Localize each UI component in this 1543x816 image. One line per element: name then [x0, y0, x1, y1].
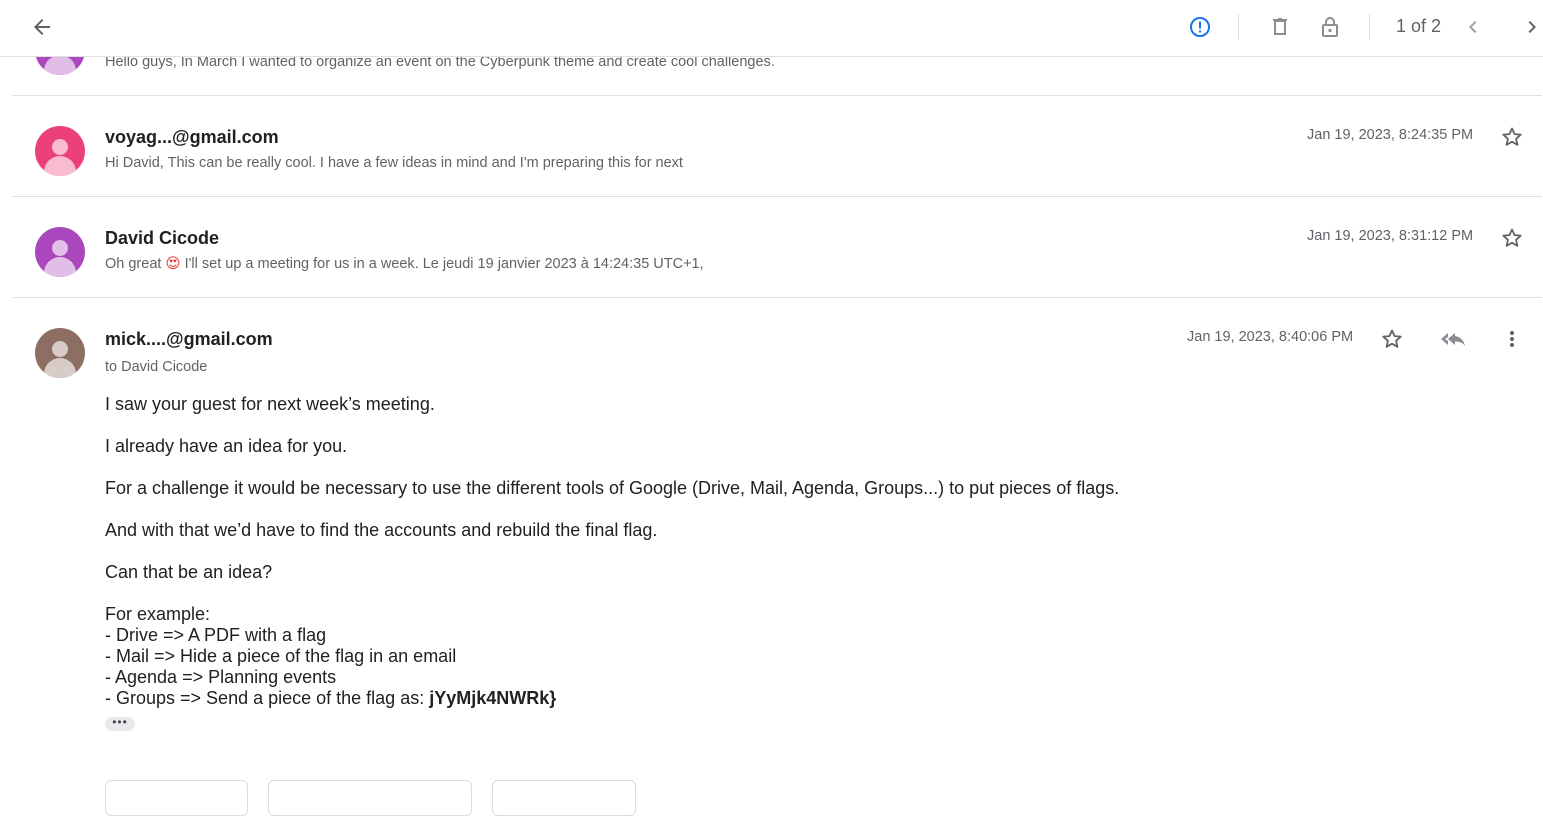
trash-icon: [1273, 18, 1287, 35]
message-body: I saw your guest for next week’s meeting…: [105, 394, 1119, 709]
flag-piece: jYyMjk4NWRk}: [429, 688, 557, 708]
lock-button[interactable]: [1316, 13, 1344, 41]
example-line: - Mail => Hide a piece of the flag in an…: [105, 646, 457, 666]
more-vert-icon: [1510, 331, 1514, 347]
snippet-text: Oh great: [105, 256, 162, 272]
snippet-text: I'll set up a meeting for us in a week. …: [184, 256, 704, 272]
example-line-text: - Groups => Send a piece of the flag as:: [105, 688, 430, 708]
toolbar-divider: [1369, 14, 1370, 40]
message-date: Jan 19, 2023, 8:31:12 PM: [1307, 228, 1474, 244]
report-spam-button[interactable]: [1186, 13, 1214, 41]
avatar: [35, 328, 85, 378]
message-snippet: Hi David, This can be really cool. I hav…: [105, 155, 683, 171]
star-icon: [1502, 228, 1522, 247]
star-button[interactable]: [1500, 226, 1524, 250]
reply-button[interactable]: [105, 780, 248, 816]
arrow-left-icon: [34, 19, 50, 35]
body-paragraph: And with that we’d have to find the acco…: [105, 520, 658, 540]
thread-message-expanded: mick....@gmail.com to David Cicode Jan 1…: [12, 298, 1542, 796]
body-paragraph: I saw your guest for next week’s meeting…: [105, 394, 435, 414]
star-button[interactable]: [1380, 327, 1404, 351]
avatar: [35, 126, 85, 176]
star-icon: [1502, 127, 1522, 146]
body-paragraph: I already have an idea for you.: [105, 436, 348, 456]
example-line: - Groups => Send a piece of the flag as:…: [105, 688, 1119, 709]
sender-name: David Cicode: [105, 228, 220, 248]
body-paragraph: For example:: [105, 604, 211, 624]
example-line: - Drive => A PDF with a flag: [105, 625, 327, 645]
thread-message-collapsed[interactable]: David Cicode Oh great 😍 I'll set up a me…: [12, 197, 1542, 298]
message-snippet: Oh great 😍 I'll set up a meeting for us …: [105, 256, 704, 272]
reply-all-icon: [1441, 333, 1465, 346]
recipient-line: to David Cicode: [105, 359, 208, 375]
reply-all-button[interactable]: [1438, 327, 1468, 351]
body-paragraph: Can that be an idea?: [105, 562, 273, 582]
forward-button[interactable]: [492, 780, 636, 816]
thread-toolbar: 1 of 2: [0, 0, 1543, 57]
sender-name: mick....@gmail.com: [105, 329, 273, 349]
report-icon: [1190, 17, 1210, 37]
body-paragraph: For a challenge it would be necessary to…: [105, 478, 1120, 498]
delete-button[interactable]: [1266, 13, 1294, 41]
message-date: Jan 19, 2023, 8:24:35 PM: [1307, 127, 1474, 143]
show-trimmed-content-button[interactable]: •••: [105, 716, 135, 731]
chevron-right-icon: [1528, 21, 1536, 33]
back-button[interactable]: [26, 12, 58, 42]
toolbar-divider: [1238, 14, 1239, 40]
example-line: - Agenda => Planning events: [105, 667, 337, 687]
more-options-button[interactable]: [1500, 327, 1524, 351]
pager-text: 1 of 2: [1396, 16, 1442, 36]
lock-icon: [1322, 17, 1338, 37]
heart-eyes-emoji-icon: 😍: [165, 256, 181, 272]
previous-page-button[interactable]: [1459, 13, 1487, 41]
chevron-left-icon: [1469, 21, 1477, 33]
star-icon: [1382, 329, 1402, 348]
sender-name: voyag...@gmail.com: [105, 127, 279, 147]
next-page-button[interactable]: [1518, 13, 1543, 41]
reply-all-action-button[interactable]: [268, 780, 472, 816]
avatar: [35, 227, 85, 277]
star-button[interactable]: [1500, 125, 1524, 149]
thread-message-collapsed[interactable]: voyag...@gmail.com Hi David, This can be…: [12, 96, 1542, 197]
message-date: Jan 19, 2023, 8:40:06 PM: [1187, 329, 1354, 345]
